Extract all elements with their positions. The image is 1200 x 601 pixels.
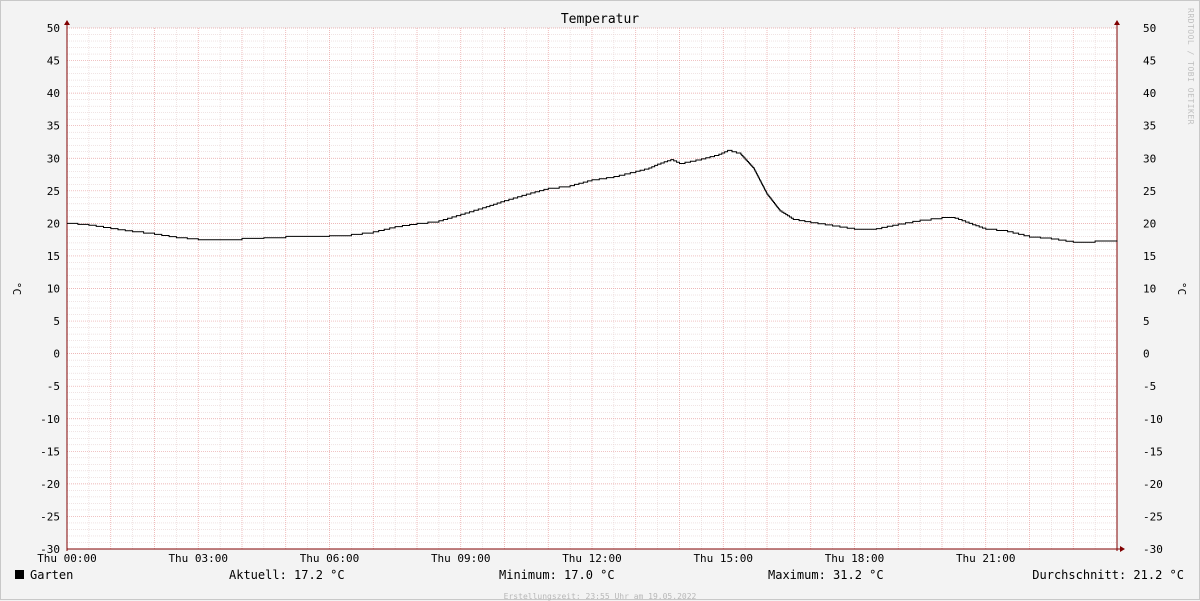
y-tick-label-left: 45 [47,55,60,68]
y-tick-label-left: 35 [47,120,60,133]
y-tick-label-right: -10 [1143,413,1163,426]
y-tick-label-right: -25 [1143,510,1163,523]
y-axis-arrow-left [64,20,70,25]
y-tick-label-left: 15 [47,250,60,263]
y-tick-label-left: 20 [47,217,60,230]
temperature-chart: Temperatur 50 5045 4540 4035 3530 3025 2520 201… [10,12,1188,565]
y-tick-label-right: 15 [1143,250,1156,263]
x-tick-label: Thu 06:00 [300,552,360,565]
y-tick-label-right: 5 [1143,315,1150,328]
y-axis-arrow-right [1114,20,1120,25]
x-tick-label: Thu 12:00 [562,552,622,565]
y-axis-label-right: °C [1175,282,1188,295]
y-tick-label-right: 35 [1143,120,1156,133]
y-tick-label-left: -20 [40,478,60,491]
y-tick-label-right: 45 [1143,55,1156,68]
y-tick-label-right: 20 [1143,217,1156,230]
y-tick-label-right: -30 [1143,543,1163,556]
y-tick-label-left: -5 [47,380,60,393]
y-axis-label-left: °C [10,282,23,295]
legend-series-name: Garten [30,568,74,582]
y-tick-label-right: 40 [1143,87,1156,100]
stat-minimum: Minimum: 17.0 °C [499,568,615,582]
y-tick-label-left: 25 [47,185,60,198]
stat-maximum: Maximum: 31.2 °C [768,568,884,582]
y-tick-label-right: -5 [1143,380,1156,393]
legend-swatch-garten [15,570,24,579]
rrdtool-watermark: RRDTOOL / TOBI OETIKER [1186,8,1195,125]
y-tick-label-left: 0 [53,348,60,361]
x-tick-label: Thu 21:00 [956,552,1016,565]
x-tick-label: Thu 15:00 [693,552,753,565]
y-tick-label-right: -15 [1143,445,1163,458]
y-tick-label-left: 40 [47,87,60,100]
y-tick-label-right: 30 [1143,152,1156,165]
x-tick-label: Thu 18:00 [825,552,885,565]
y-tick-label-right: 10 [1143,283,1156,296]
x-tick-label: Thu 00:00 [37,552,97,565]
y-tick-label-left: 5 [53,315,60,328]
y-tick-label-left: -25 [40,510,60,523]
y-tick-label-right: -20 [1143,478,1163,491]
x-tick-label: Thu 09:00 [431,552,491,565]
stat-durchschnitt: Durchschnitt: 21.2 °C [1032,568,1184,582]
y-tick-label-left: 50 [47,22,60,35]
y-tick-label-left: -10 [40,413,60,426]
x-axis-arrow [1120,546,1125,552]
y-tick-label-right: 25 [1143,185,1156,198]
stat-aktuell: Aktuell: 17.2 °C [229,568,345,582]
y-tick-label-right: 0 [1143,348,1150,361]
y-tick-label-left: -15 [40,445,60,458]
y-tick-label-left: 30 [47,152,60,165]
chart-title: Temperatur [561,12,639,27]
y-tick-label-left: 10 [47,283,60,296]
y-tick-label-right: 50 [1143,22,1156,35]
x-tick-label: Thu 03:00 [168,552,228,565]
